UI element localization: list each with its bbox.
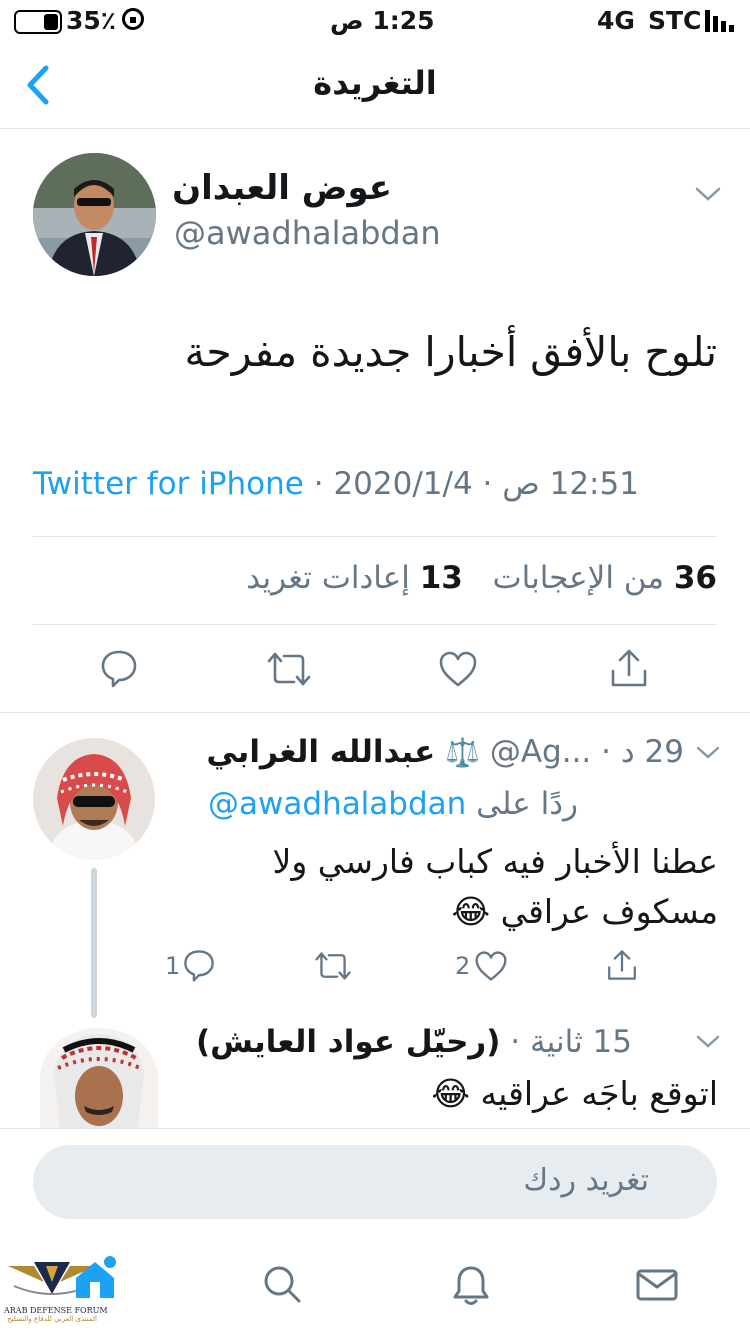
divider — [0, 1128, 750, 1129]
like-heart-icon[interactable] — [438, 650, 478, 688]
author-handle[interactable]: @awadhalabdan — [174, 214, 441, 252]
reply-menu-chevron-icon[interactable] — [696, 745, 720, 760]
reply-author-name[interactable]: عبدالله الغرابي — [206, 734, 435, 770]
clock: 1:25 ص — [330, 6, 435, 35]
reply-header: 15 ثانية · (رحيّل عواد العايش) — [195, 1024, 632, 1060]
notifications-bell-icon[interactable] — [452, 1264, 490, 1306]
status-bar: 35٪ 1:25 ص 4G STC — [0, 0, 750, 44]
home-icon[interactable] — [70, 1254, 120, 1302]
watermark-text: ARAB DEFENSE FORUM — [4, 1306, 108, 1315]
reply-count: 1 — [165, 952, 181, 980]
reply-icon[interactable] — [182, 948, 216, 982]
author-name[interactable]: عوض العبدان — [170, 168, 392, 208]
compose-reply-field[interactable]: تغريد ردك — [33, 1145, 717, 1219]
orientation-lock-icon — [122, 8, 144, 30]
reply-handle[interactable]: @Ag... — [490, 734, 591, 770]
tweet-menu-chevron-icon[interactable] — [695, 186, 721, 202]
retweets-count[interactable]: 13 — [420, 560, 463, 596]
retweets-label[interactable]: إعادات تغريد — [246, 560, 410, 596]
reply-age: 29 د — [620, 734, 684, 770]
carrier-name: STC — [648, 6, 702, 35]
replying-to: ردًا على @awadhalabdan — [172, 786, 578, 822]
meta-separator: · — [313, 466, 324, 502]
replying-to-handle[interactable]: @awadhalabdan — [208, 786, 466, 822]
reply-avatar[interactable] — [33, 738, 155, 860]
reply-text-line-2: مسكوف عراقي 😂 — [451, 892, 718, 931]
network-type: 4G — [597, 6, 635, 35]
likes-label[interactable]: من الإعجابات — [492, 560, 664, 596]
tweet-time: 12:51 ص — [502, 466, 639, 502]
reply-icon[interactable] — [99, 648, 139, 688]
divider — [33, 536, 717, 537]
tweet-date: 2020/1/4 — [333, 466, 473, 502]
share-icon[interactable] — [609, 647, 649, 689]
replying-to-label: ردًا على — [476, 786, 578, 822]
source-link[interactable]: Twitter for iPhone — [33, 466, 304, 502]
divider — [33, 624, 717, 625]
search-icon[interactable] — [262, 1264, 302, 1304]
like-count: 2 — [455, 952, 471, 980]
tweet-meta: Twitter for iPhone · 2020/1/4 · 12:51 ص — [33, 466, 717, 502]
tab-bar: ARAB DEFENSE FORUM المنتدى العربي للدفاع… — [0, 1236, 750, 1334]
compose-placeholder: تغريد ردك — [523, 1163, 649, 1198]
signal-icon — [705, 10, 739, 32]
retweet-icon[interactable] — [266, 650, 312, 688]
battery-icon — [14, 10, 62, 34]
likes-count[interactable]: 36 — [674, 560, 717, 596]
tweet-text: تلوح بالأفق أخبارا جديدة مفرحة — [184, 328, 717, 376]
battery-percent: 35٪ — [66, 6, 117, 35]
reply-author-name[interactable]: (رحيّل عواد العايش) — [196, 1024, 500, 1060]
messages-envelope-icon[interactable] — [636, 1268, 678, 1302]
reply-text-line-1: عطنا الأخبار فيه كباب فارسي ولا — [272, 842, 718, 881]
nav-bar: التغريدة — [0, 44, 750, 129]
page-title: التغريدة — [313, 64, 437, 102]
watermark-subtext: المنتدى العربي للدفاع والتسليح — [7, 1315, 97, 1323]
reply-text: اتوقع باجَه عراقيه 😂 — [431, 1074, 718, 1113]
retweet-icon[interactable] — [314, 950, 352, 982]
reply-header: 29 د · @Ag... ⚖️ عبدالله الغرابي — [206, 734, 684, 770]
scales-badge-icon: ⚖️ — [445, 736, 480, 769]
like-heart-icon[interactable] — [474, 950, 508, 982]
thread-line — [91, 868, 97, 1018]
share-icon[interactable] — [606, 948, 638, 982]
reply-menu-chevron-icon[interactable] — [696, 1034, 720, 1049]
author-avatar[interactable] — [33, 153, 156, 276]
divider — [0, 712, 750, 713]
reply-avatar[interactable] — [40, 1028, 158, 1128]
reply-age: 15 ثانية — [530, 1024, 632, 1060]
engagement-stats: 36 من الإعجابات 13 إعادات تغريد — [33, 560, 717, 596]
meta-separator: · — [482, 466, 493, 502]
